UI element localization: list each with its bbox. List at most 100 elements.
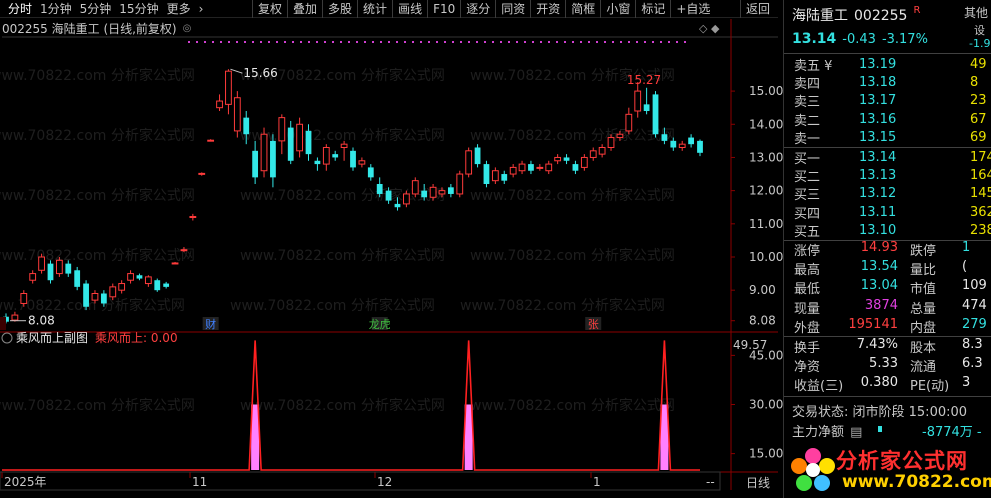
ask-row[interactable]: 卖三 13.17 23 xyxy=(784,92,991,110)
price-change: -0.43 xyxy=(842,32,876,47)
stat-value: 5.33 xyxy=(869,356,898,372)
candle-body xyxy=(509,166,517,175)
stat-value: 279 xyxy=(962,316,987,332)
top-dot-marker xyxy=(412,41,414,43)
add-watchlist-button[interactable]: +自选 xyxy=(670,0,715,18)
stat-label: 市值 xyxy=(910,282,937,298)
candle-body xyxy=(438,190,446,195)
x-axis-label: 2025年 xyxy=(4,475,47,489)
candle-body xyxy=(252,150,259,178)
x-axis-label: 12 xyxy=(377,475,392,489)
candle-body xyxy=(411,180,419,195)
level-label: 买二 xyxy=(794,170,821,186)
level-price: 13.17 xyxy=(859,93,897,109)
top-dot-marker xyxy=(236,41,238,43)
top-dot-marker xyxy=(564,41,566,43)
kline-chart[interactable]: www.70822.com 分析家公式网 www.70822.com 分析家公式网… xyxy=(0,0,783,498)
top-dot-marker xyxy=(620,41,622,43)
candle-body xyxy=(491,170,499,182)
adjust-button[interactable]: 复权 xyxy=(252,0,287,18)
f10-button[interactable]: F10 xyxy=(427,0,460,18)
filled-diamond-icon[interactable]: ◆ xyxy=(711,22,719,35)
top-dot-marker xyxy=(260,41,262,43)
top-dot-marker xyxy=(332,41,334,43)
back-button[interactable]: 返回 xyxy=(740,0,775,18)
x-axis-label: 1 xyxy=(593,475,601,489)
stats-table-2: 换手 7.43% 股本 8.3 净资 5.33 流通 6.3 收益(三) 0.380 PE(动) 3 xyxy=(784,337,991,395)
overlay-button[interactable]: 叠加 xyxy=(287,0,322,18)
period-15min[interactable]: 15分钟 xyxy=(115,0,162,17)
stat-value: 1 xyxy=(962,240,971,255)
candle-body xyxy=(109,286,117,298)
settings-chevron-icon[interactable]: ◎ xyxy=(183,23,192,34)
bid-row[interactable]: 买五 13.10 238 xyxy=(784,222,991,240)
level-price: 13.11 xyxy=(859,204,897,220)
low-annotation: 8.08 xyxy=(28,314,55,328)
same-capital-button[interactable]: 同资 xyxy=(495,0,530,18)
simple-frame-button[interactable]: 简框 xyxy=(565,0,600,18)
other-button[interactable]: 其他 xyxy=(964,4,988,21)
stat-value: 6.3 xyxy=(962,356,983,372)
top-dot-marker xyxy=(316,41,318,43)
open-capital-button[interactable]: 开资 xyxy=(530,0,565,18)
settings-button[interactable]: 设 xyxy=(974,22,985,38)
candle-body xyxy=(189,216,197,219)
candle-body xyxy=(287,127,294,161)
price-change-pct: -3.17% xyxy=(881,32,928,47)
top-dot-marker xyxy=(572,41,574,43)
per-minute-button[interactable]: 逐分 xyxy=(460,0,495,18)
candle-body xyxy=(678,143,686,149)
event-tag: 财 xyxy=(205,317,216,331)
period-1min[interactable]: 1分钟 xyxy=(36,0,76,17)
stat-row: 涨停 14.93 跌停 1 xyxy=(784,240,991,259)
top-dot-marker xyxy=(324,41,326,43)
watermark-text: www.70822.com 分析家公式网 xyxy=(470,247,675,264)
candle-body xyxy=(118,283,126,291)
top-dot-marker xyxy=(364,41,366,43)
candle-body xyxy=(154,280,161,291)
ask-row[interactable]: 卖五 ¥ 13.19 49 xyxy=(784,55,991,74)
candle-body xyxy=(643,104,650,111)
bid-row[interactable]: 买二 13.13 164 xyxy=(784,166,991,186)
level-volume: 8 xyxy=(970,75,979,91)
period-date-button[interactable]: 日线 xyxy=(746,474,770,491)
level-label: 卖四 xyxy=(794,77,821,93)
more-arrow-icon[interactable]: › xyxy=(195,2,208,16)
ask-row[interactable]: 卖四 13.18 8 xyxy=(784,73,991,93)
top-dot-marker xyxy=(492,41,494,43)
top-dot-marker xyxy=(340,41,342,43)
top-dot-marker xyxy=(220,41,222,43)
candle-body xyxy=(216,100,223,109)
stats-table: 涨停 14.93 跌停 1 最高 13.54 量比 (最低 13.04 市值 109 现量 3874 总量… xyxy=(784,240,991,336)
candle-body xyxy=(270,140,276,178)
period-intraday[interactable]: 分时 xyxy=(4,0,36,17)
level-price: 13.14 xyxy=(859,149,897,165)
top-dot-marker xyxy=(556,41,558,43)
statistics-button[interactable]: 统计 xyxy=(357,0,392,18)
candle-body xyxy=(376,184,383,194)
level-label: 买四 xyxy=(794,206,821,222)
diamond-icon[interactable]: ◇ xyxy=(699,22,707,35)
draw-line-button[interactable]: 画线 xyxy=(392,0,427,18)
net-list-icon[interactable]: ▤ xyxy=(850,425,862,440)
trade-state: 交易状态: 闭市阶段 15:00:00 xyxy=(792,405,968,420)
candle-body xyxy=(572,164,579,171)
candle-body xyxy=(394,203,401,208)
bid-row[interactable]: 买四 13.11 362 xyxy=(784,203,991,222)
main-net-label: 主力净额 xyxy=(792,425,845,440)
period-more[interactable]: 更多 xyxy=(163,0,195,17)
candle-body xyxy=(456,173,464,195)
mark-button[interactable]: 标记 xyxy=(635,0,670,18)
ask-row[interactable]: 卖一 13.15 69 xyxy=(784,129,991,147)
bid-row[interactable]: 买三 13.12 145 xyxy=(784,185,991,203)
period-5min[interactable]: 5分钟 xyxy=(76,0,116,17)
ask-row[interactable]: 卖二 13.16 67 xyxy=(784,110,991,129)
stat-value: 13.04 xyxy=(860,278,898,294)
multi-stock-button[interactable]: 多股 xyxy=(322,0,357,18)
stat-value: 195141 xyxy=(848,316,898,332)
watermark-text: www.70822.com 分析家公式网 xyxy=(0,187,195,204)
flower-logo-icon xyxy=(791,448,835,491)
small-window-button[interactable]: 小窗 xyxy=(600,0,635,18)
bid-row[interactable]: 买一 13.14 174 xyxy=(784,148,991,167)
candle-body xyxy=(697,140,703,153)
